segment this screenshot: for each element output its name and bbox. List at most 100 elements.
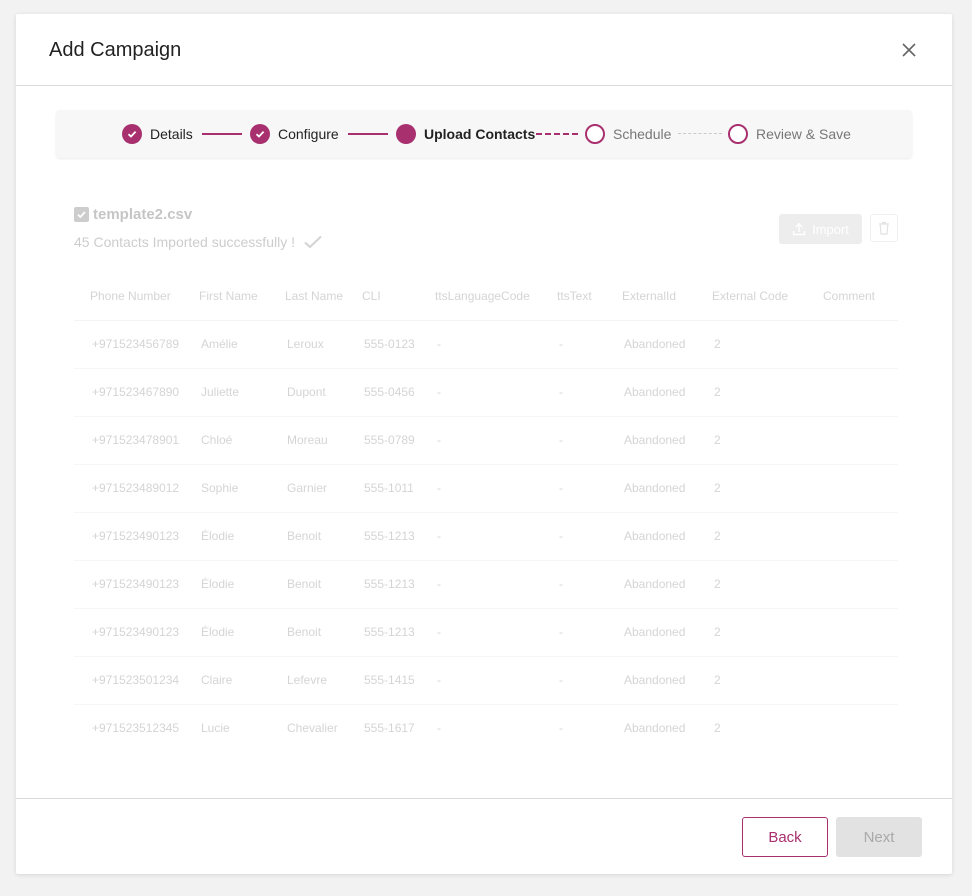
step-configure[interactable]: Configure bbox=[250, 122, 339, 146]
table-row[interactable]: +971523512345 Lucie Chevalier 555-1617- - Aba… bbox=[74, 704, 898, 740]
delete-button[interactable] bbox=[870, 214, 898, 242]
table-cell bbox=[807, 368, 898, 417]
column-header[interactable]: Comment bbox=[807, 272, 898, 321]
table-cell: - bbox=[541, 656, 606, 705]
step-upload-contacts[interactable]: Upload Contacts bbox=[396, 122, 535, 146]
table-cell: 2 bbox=[696, 416, 807, 465]
upload-contacts-panel: template2.csv 45 Contacts Imported succe… bbox=[56, 184, 912, 768]
upload-icon bbox=[792, 222, 806, 236]
table-cell: 555-1617 bbox=[346, 704, 419, 740]
modal-footer: Back Next bbox=[16, 798, 952, 874]
table-cell: 2 bbox=[696, 368, 807, 417]
table-cell: Sophie bbox=[183, 464, 269, 513]
close-icon[interactable] bbox=[900, 41, 918, 59]
table-row[interactable]: +971523490123 Élodie Benoit 555-1213- - Aband… bbox=[74, 608, 898, 657]
table-cell: - bbox=[541, 608, 606, 657]
file-name: template2.csv bbox=[93, 206, 193, 223]
table-row[interactable]: +971523489012 Sophie Garnier 555-1011- - Aban… bbox=[74, 464, 898, 513]
contacts-table: Phone Number First Name Last Name CLI tt… bbox=[74, 272, 898, 740]
column-header[interactable]: Phone Number bbox=[74, 272, 183, 321]
table-row[interactable]: +971523490123 Élodie Benoit 555-1213- - Aband… bbox=[74, 512, 898, 561]
table-cell: +971523456789 bbox=[74, 320, 183, 369]
step-connector bbox=[536, 133, 578, 135]
back-button[interactable]: Back bbox=[742, 817, 828, 857]
next-button[interactable]: Next bbox=[836, 817, 922, 857]
column-header[interactable]: ttsText bbox=[541, 272, 606, 321]
table-cell: 2 bbox=[696, 320, 807, 369]
import-button[interactable]: Import bbox=[779, 214, 862, 244]
table-cell: - bbox=[541, 320, 606, 369]
checkmark-icon bbox=[304, 235, 322, 249]
table-cell: Abandoned bbox=[606, 416, 696, 465]
success-message: 45 Contacts Imported successfully ! bbox=[74, 234, 295, 250]
table-cell: - bbox=[419, 656, 541, 705]
table-cell: 2 bbox=[696, 464, 807, 513]
step-schedule[interactable]: Schedule bbox=[585, 122, 671, 146]
table-cell bbox=[807, 608, 898, 657]
table-cell bbox=[807, 320, 898, 369]
table-cell bbox=[807, 704, 898, 740]
step-connector bbox=[678, 133, 722, 134]
trash-icon bbox=[879, 221, 889, 235]
table-cell: - bbox=[541, 368, 606, 417]
checkbox-checked-icon bbox=[74, 207, 89, 222]
table-cell: Abandoned bbox=[606, 512, 696, 561]
table-cell: Élodie bbox=[183, 560, 269, 609]
table-cell: Lefevre bbox=[269, 656, 346, 705]
import-button-label: Import bbox=[812, 221, 849, 237]
table-row[interactable]: +971523501234 Claire Lefevre 555-1415- - Aban… bbox=[74, 656, 898, 705]
table-cell: - bbox=[419, 608, 541, 657]
column-header[interactable]: External Code bbox=[696, 272, 807, 321]
table-cell: Benoit bbox=[269, 608, 346, 657]
table-cell: Juliette bbox=[183, 368, 269, 417]
step-review-save[interactable]: Review & Save bbox=[728, 122, 851, 146]
table-cell: Chloé bbox=[183, 416, 269, 465]
table-cell: 555-0456 bbox=[346, 368, 419, 417]
table-cell: 555-1213 bbox=[346, 560, 419, 609]
column-header[interactable]: ttsLanguageCode bbox=[419, 272, 541, 321]
step-connector bbox=[202, 133, 242, 135]
table-cell: Claire bbox=[183, 656, 269, 705]
table-cell: Abandoned bbox=[606, 560, 696, 609]
table-cell: - bbox=[419, 704, 541, 740]
table-cell: +971523501234 bbox=[74, 656, 183, 705]
step-details[interactable]: Details bbox=[122, 122, 193, 146]
table-cell: - bbox=[541, 704, 606, 740]
step-label: Review & Save bbox=[756, 126, 851, 142]
table-cell: Amélie bbox=[183, 320, 269, 369]
table-cell: - bbox=[419, 416, 541, 465]
step-label: Details bbox=[150, 126, 193, 142]
table-cell: +971523490123 bbox=[74, 560, 183, 609]
table-cell bbox=[807, 464, 898, 513]
column-header[interactable]: ExternalId bbox=[606, 272, 696, 321]
table-cell: Abandoned bbox=[606, 368, 696, 417]
table-cell: Abandoned bbox=[606, 656, 696, 705]
table-cell: 555-0123 bbox=[346, 320, 419, 369]
column-header[interactable]: CLI bbox=[346, 272, 419, 321]
table-cell: 555-1213 bbox=[346, 512, 419, 561]
table-cell: Abandoned bbox=[606, 608, 696, 657]
table-cell: +971523489012 bbox=[74, 464, 183, 513]
step-connector bbox=[348, 133, 388, 135]
table-cell: 2 bbox=[696, 512, 807, 561]
table-cell: Élodie bbox=[183, 512, 269, 561]
table-cell: 555-1213 bbox=[346, 608, 419, 657]
table-row[interactable]: +971523490123 Élodie Benoit 555-1213- - Aband… bbox=[74, 560, 898, 609]
table-cell: +971523512345 bbox=[74, 704, 183, 740]
add-campaign-modal: Add Campaign Details Configure Upload Co… bbox=[16, 14, 952, 874]
column-header[interactable]: First Name bbox=[183, 272, 269, 321]
table-cell: - bbox=[541, 512, 606, 561]
table-cell: +971523490123 bbox=[74, 512, 183, 561]
table-row[interactable]: +971523467890 Juliette Dupont 555-0456- - Aba… bbox=[74, 368, 898, 417]
table-cell: - bbox=[419, 512, 541, 561]
table-cell: - bbox=[541, 416, 606, 465]
column-header[interactable]: Last Name bbox=[269, 272, 346, 321]
table-cell: - bbox=[419, 368, 541, 417]
table-cell: Moreau bbox=[269, 416, 346, 465]
table-cell: Benoit bbox=[269, 560, 346, 609]
table-row[interactable]: +971523478901 Chloé Moreau 555-0789- - Abando… bbox=[74, 416, 898, 465]
table-cell: Garnier bbox=[269, 464, 346, 513]
table-row[interactable]: +971523456789 Amélie Leroux 555-0123- - Aband… bbox=[74, 320, 898, 369]
table-cell bbox=[807, 512, 898, 561]
table-cell: Benoit bbox=[269, 512, 346, 561]
